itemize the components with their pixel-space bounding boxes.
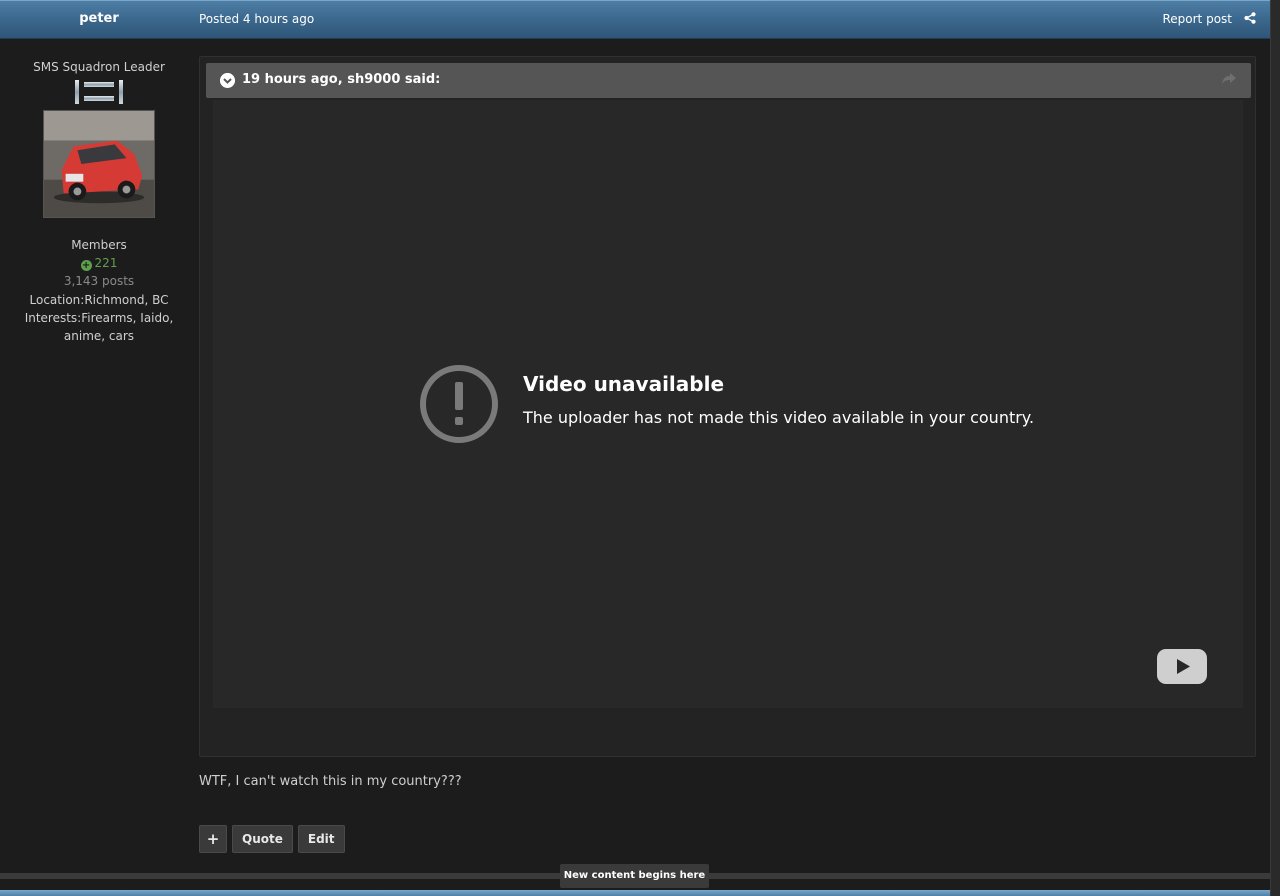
interests-field: Interests:Firearms, Iaido, anime, cars	[24, 311, 174, 343]
edit-button[interactable]: Edit	[297, 825, 345, 853]
share-arrow-icon[interactable]	[1221, 72, 1237, 86]
quote-block: 19 hours ago, sh9000 said: Video unavail…	[199, 56, 1256, 757]
quote-button[interactable]: Quote	[232, 825, 293, 853]
location-field: Location:Richmond, BC	[29, 293, 169, 307]
page-scrollbar[interactable]	[1270, 0, 1280, 896]
multiquote-button[interactable]: +	[199, 825, 227, 853]
quote-citation[interactable]: 19 hours ago, sh9000 said:	[206, 63, 1251, 98]
youtube-play-icon[interactable]	[1157, 649, 1207, 684]
post-body-text: WTF, I can't watch this in my country???	[199, 774, 462, 789]
post-count: 3,143 posts	[63, 274, 135, 288]
plus-circle-icon: +	[80, 260, 92, 271]
next-post-header	[0, 890, 1270, 896]
video-error-title: Video unavailable	[523, 372, 725, 396]
video-embed[interactable]: Video unavailable The uploader has not m…	[213, 100, 1243, 708]
member-group: Members	[71, 238, 127, 252]
new-content-marker: New content begins here	[560, 864, 709, 888]
author-panel: SMS Squadron Leader Members +221 3,143 p…	[0, 40, 198, 345]
reputation-count: 221	[94, 256, 118, 270]
quote-citation-text: 19 hours ago, sh9000 said:	[242, 72, 441, 87]
video-error-message: The uploader has not made this video ava…	[523, 408, 1035, 427]
post-header: peter Posted 4 hours ago Report post	[0, 0, 1270, 39]
post-author-name[interactable]: peter	[0, 11, 198, 26]
rank-title: SMS Squadron Leader	[33, 60, 165, 74]
post-timestamp[interactable]: Posted 4 hours ago	[199, 12, 314, 26]
report-post-link[interactable]: Report post	[1162, 12, 1232, 26]
post-actions: + Quote Edit	[199, 825, 345, 853]
author-avatar[interactable]	[43, 110, 155, 218]
chevron-down-icon[interactable]	[220, 73, 235, 88]
share-icon[interactable]	[1244, 12, 1256, 24]
exclamation-circle-icon	[420, 365, 498, 443]
reputation-badge: +221	[0, 256, 198, 271]
rank-insignia-icon	[75, 80, 123, 104]
